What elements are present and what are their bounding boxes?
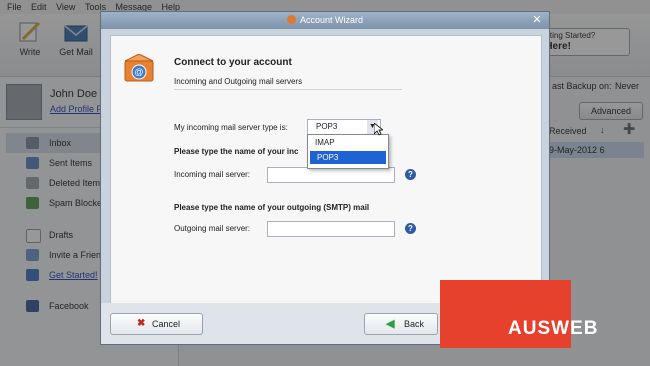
server-type-value: POP3 — [316, 122, 338, 131]
option-label: IMAP — [315, 138, 335, 147]
outgoing-server-input[interactable] — [267, 221, 395, 237]
dropdown-option-pop3[interactable]: POP3 — [310, 151, 386, 164]
cancel-label: Cancel — [152, 319, 181, 329]
close-icon[interactable]: ✕ — [530, 13, 544, 27]
dropdown-option-imap[interactable]: IMAP — [308, 137, 388, 149]
wizard-subheading: Incoming and Outgoing mail servers — [174, 77, 303, 86]
back-label: Back — [404, 319, 425, 329]
cancel-button[interactable]: ✖ Cancel — [110, 313, 203, 335]
dialog-titlebar: Account Wizard ✕ — [101, 12, 549, 29]
mouse-cursor-icon — [373, 122, 385, 138]
outgoing-server-label: Outgoing mail server: — [174, 224, 251, 233]
svg-text:@: @ — [134, 67, 143, 77]
arrow-left-icon: ◀ — [386, 318, 395, 330]
ausweb-watermark: AUSWEB — [440, 280, 597, 348]
wizard-heading: Connect to your account — [174, 57, 292, 68]
mail-at-icon: @ — [124, 53, 154, 84]
incoming-prompt: Please type the name of your inc — [174, 147, 299, 156]
dialog-title: Account Wizard — [299, 15, 364, 25]
watermark-text: AUSWEB — [508, 318, 599, 339]
wizard-icon — [286, 15, 296, 24]
back-button[interactable]: ◀ Back — [364, 313, 438, 335]
wizard-content: @ Connect to your account Incoming and O… — [110, 35, 542, 305]
close-icon: ✖ — [137, 318, 146, 329]
outgoing-prompt: Please type the name of your outgoing (S… — [174, 203, 370, 212]
help-icon[interactable]: ? — [405, 223, 416, 234]
help-icon[interactable]: ? — [405, 169, 416, 180]
heading-divider — [174, 89, 402, 90]
server-type-select[interactable]: POP3 ▼ — [307, 119, 381, 135]
incoming-server-label: Incoming mail server: — [174, 170, 251, 179]
server-type-dropdown: IMAP POP3 — [307, 134, 389, 169]
server-type-label: My incoming mail server type is: — [174, 123, 288, 132]
incoming-server-input[interactable] — [267, 167, 395, 183]
option-label: POP3 — [317, 153, 339, 162]
